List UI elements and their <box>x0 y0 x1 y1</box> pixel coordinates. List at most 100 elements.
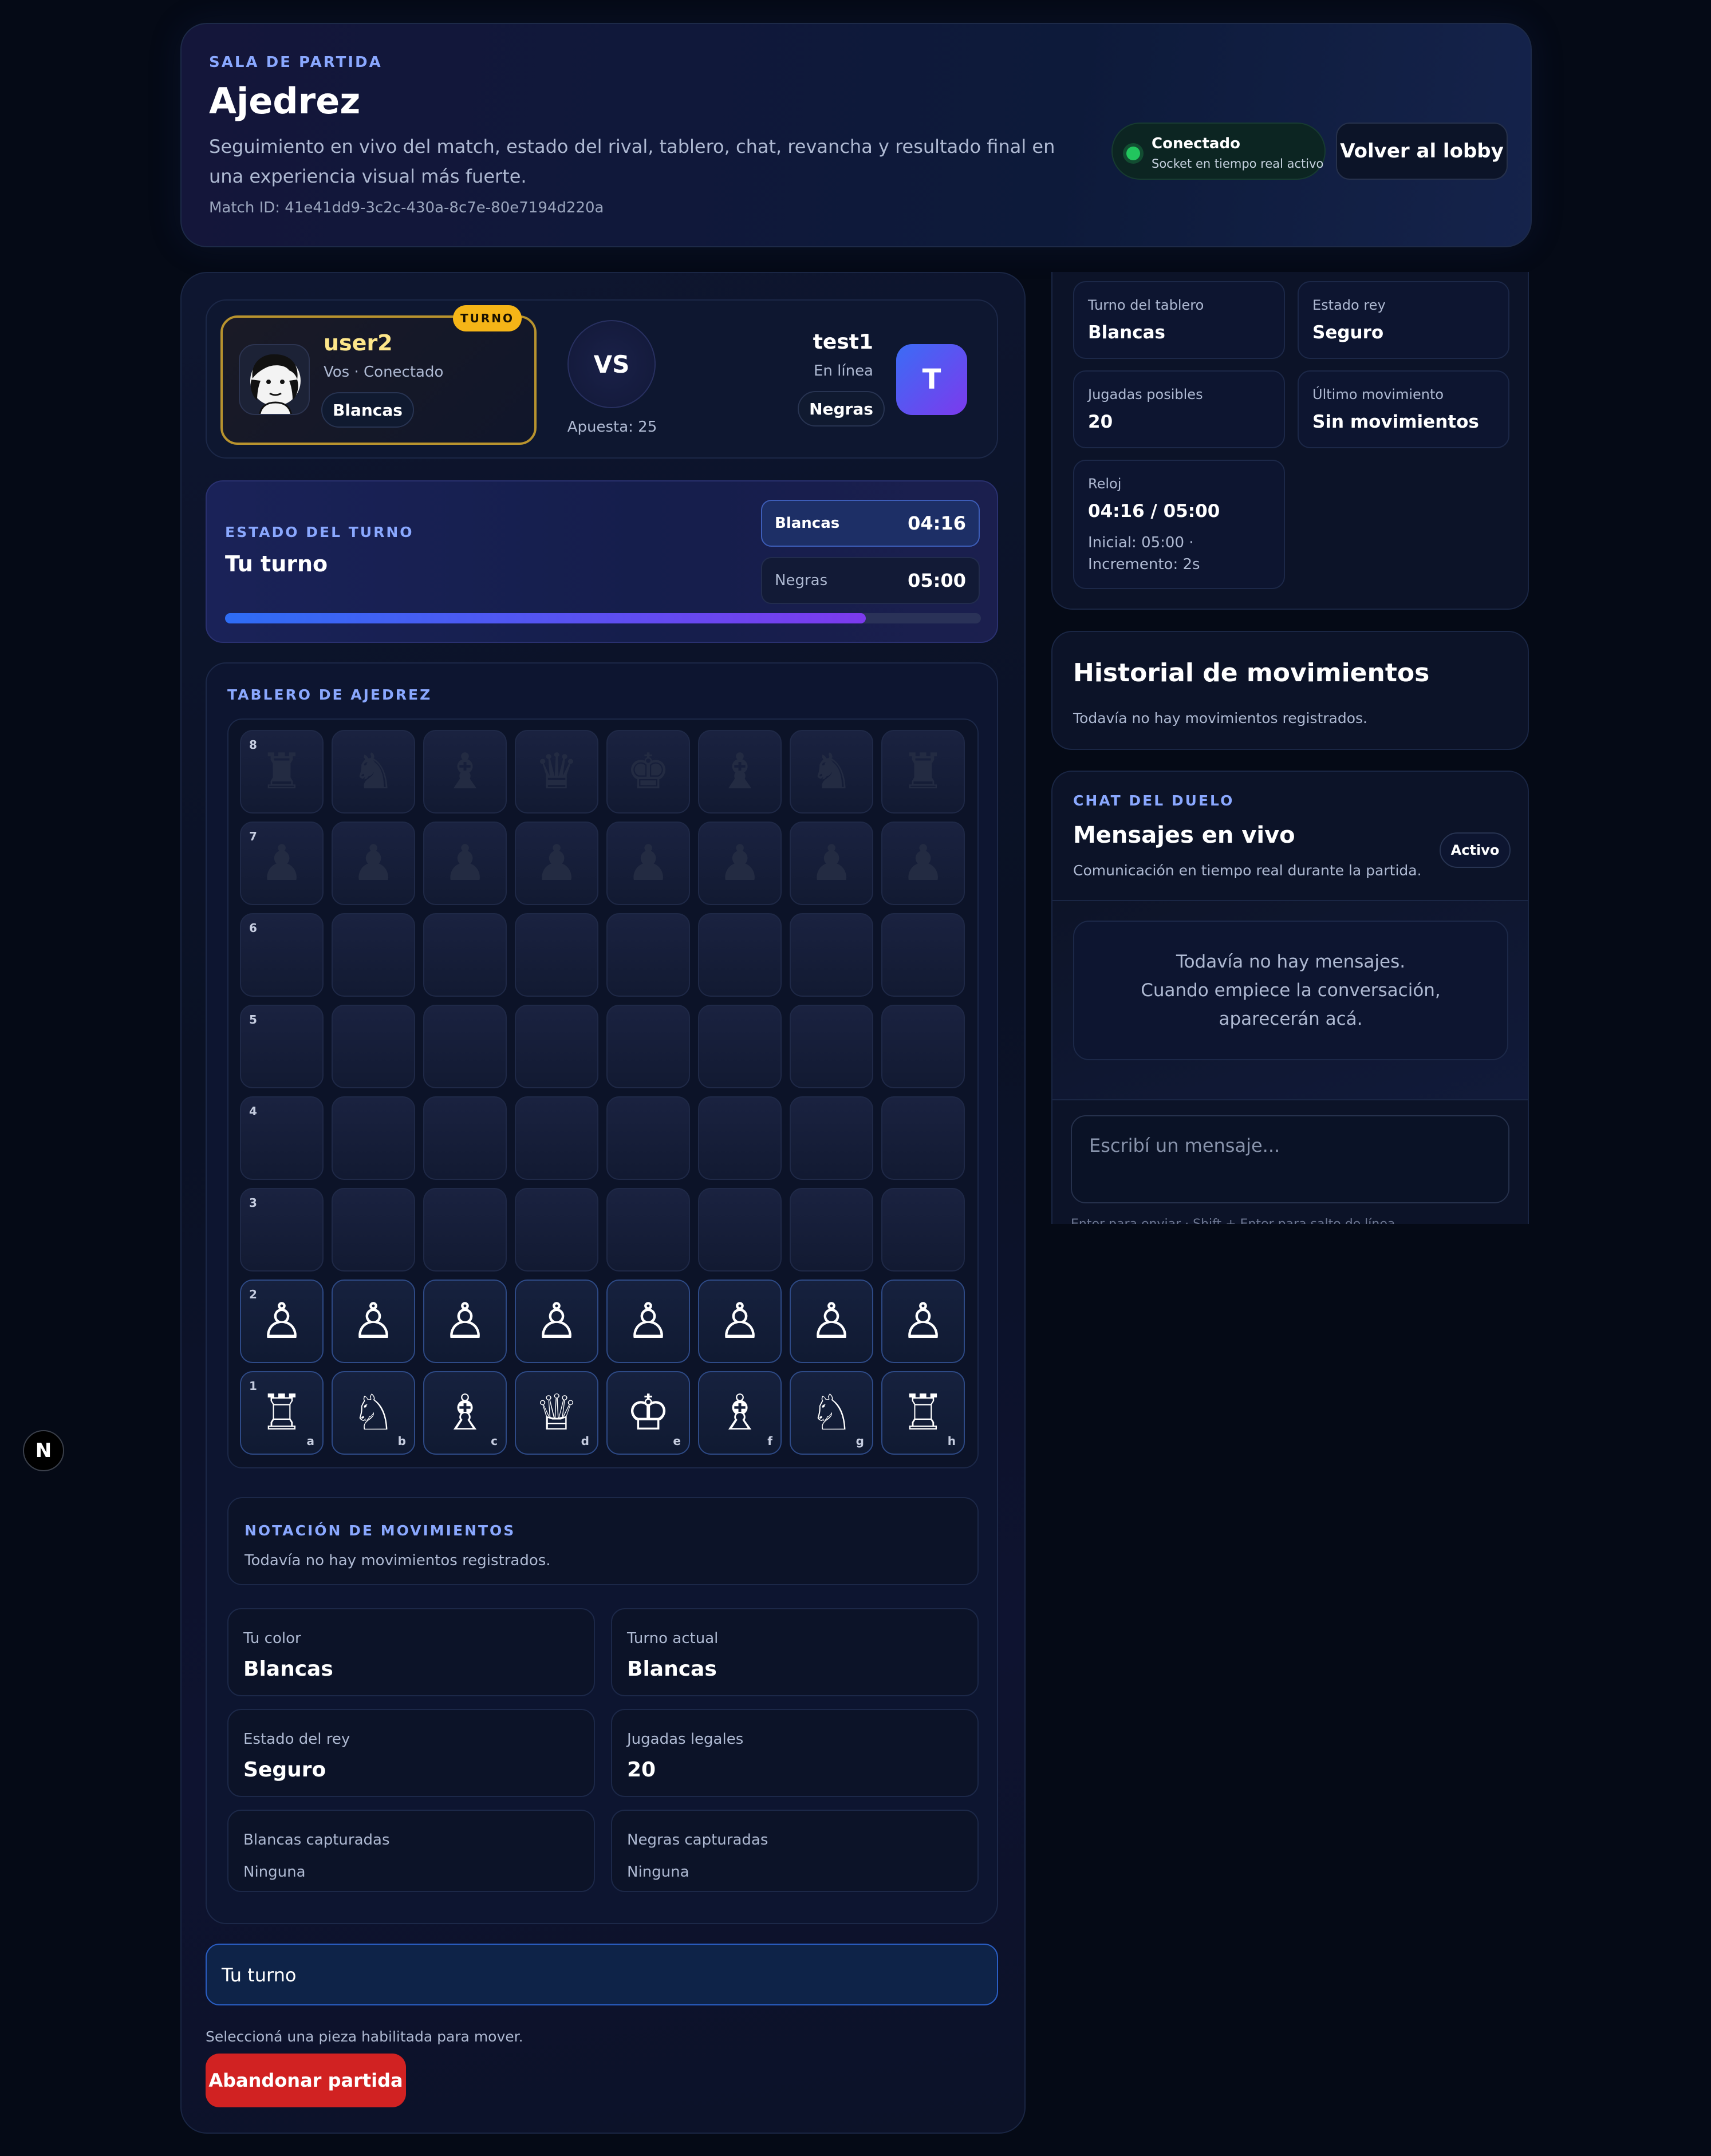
board-square-c5[interactable] <box>423 1005 507 1088</box>
rank-label: 8 <box>249 738 257 752</box>
board-square-a3[interactable]: 3 <box>240 1188 324 1272</box>
board-square-d4[interactable] <box>515 1096 598 1180</box>
white-piece-icon: ♙ <box>626 1293 671 1350</box>
board-square-f7[interactable]: ♟ <box>698 822 782 905</box>
board-square-g2[interactable]: ♙ <box>790 1280 873 1363</box>
board-square-a6[interactable]: 6 <box>240 913 324 997</box>
board-square-f2[interactable]: ♙ <box>698 1280 782 1363</box>
board-square-h5[interactable] <box>881 1005 965 1088</box>
board-square-d2[interactable]: ♙ <box>515 1280 598 1363</box>
chat-status-badge: Activo <box>1440 832 1511 868</box>
stat-my-color: Tu color Blancas <box>227 1608 595 1696</box>
board-square-c8[interactable]: ♝ <box>423 730 507 814</box>
board-square-h4[interactable] <box>881 1096 965 1180</box>
board-square-e4[interactable] <box>606 1096 690 1180</box>
header-description: Seguimiento en vivo del match, estado de… <box>209 136 1055 187</box>
board-square-e2[interactable]: ♙ <box>606 1280 690 1363</box>
board-square-h2[interactable]: ♙ <box>881 1280 965 1363</box>
side-stat-king-state: Estado rey Seguro <box>1298 281 1509 359</box>
board-square-g5[interactable] <box>790 1005 873 1088</box>
chat-title: Mensajes en vivo <box>1073 822 1295 848</box>
board-square-g1[interactable]: g ♘ <box>790 1371 873 1455</box>
board-square-b7[interactable]: ♟ <box>332 822 415 905</box>
board-square-c2[interactable]: ♙ <box>423 1280 507 1363</box>
board-square-f5[interactable] <box>698 1005 782 1088</box>
rank-label: 6 <box>249 921 257 935</box>
board-square-b8[interactable]: ♞ <box>332 730 415 814</box>
white-piece-icon: ♗ <box>717 1384 762 1442</box>
board-square-b3[interactable] <box>332 1188 415 1272</box>
board-square-a1[interactable]: 1 a ♖ <box>240 1371 324 1455</box>
board-square-b1[interactable]: b ♘ <box>332 1371 415 1455</box>
page-title: Ajedrez <box>209 80 361 122</box>
side-stat-label: Último movimiento <box>1312 386 1444 402</box>
board-square-a8[interactable]: 8 ♜ <box>240 730 324 814</box>
board-square-e7[interactable]: ♟ <box>606 822 690 905</box>
board-square-h7[interactable]: ♟ <box>881 822 965 905</box>
board-square-b6[interactable] <box>332 913 415 997</box>
stat-value: Ninguna <box>627 1863 689 1881</box>
stat-black-captured: Negras capturadas Ninguna <box>611 1810 979 1892</box>
board-square-h3[interactable] <box>881 1188 965 1272</box>
board-square-h1[interactable]: h ♖ <box>881 1371 965 1455</box>
black-clock: Negras 05:00 <box>761 557 980 604</box>
file-label: b <box>397 1434 406 1448</box>
side-stat-sub: Inicial: 05:00 · Incremento: 2s <box>1088 534 1200 573</box>
turn-state-title: Tu turno <box>225 551 328 576</box>
nextjs-dev-badge-icon[interactable]: N <box>23 1430 64 1471</box>
board-square-d1[interactable]: d ♕ <box>515 1371 598 1455</box>
board-square-c6[interactable] <box>423 913 507 997</box>
board-square-d5[interactable] <box>515 1005 598 1088</box>
board-square-a5[interactable]: 5 <box>240 1005 324 1088</box>
board-square-e5[interactable] <box>606 1005 690 1088</box>
side-stat-value: Sin movimientos <box>1312 412 1479 432</box>
board-square-f4[interactable] <box>698 1096 782 1180</box>
board-square-d8[interactable]: ♛ <box>515 730 598 814</box>
board-square-g4[interactable] <box>790 1096 873 1180</box>
board-square-h8[interactable]: ♜ <box>881 730 965 814</box>
my-player-status: Vos · Conectado <box>324 364 444 381</box>
board-square-f8[interactable]: ♝ <box>698 730 782 814</box>
file-label: e <box>673 1434 681 1448</box>
board-square-d3[interactable] <box>515 1188 598 1272</box>
vs-badge: VS <box>567 320 656 408</box>
board-square-b5[interactable] <box>332 1005 415 1088</box>
board-square-c3[interactable] <box>423 1188 507 1272</box>
board-square-g8[interactable]: ♞ <box>790 730 873 814</box>
board-square-c1[interactable]: c ♗ <box>423 1371 507 1455</box>
board-square-e8[interactable]: ♚ <box>606 730 690 814</box>
chat-empty-state: Todavía no hay mensajes. Cuando empiece … <box>1073 921 1508 1060</box>
board-square-g3[interactable] <box>790 1188 873 1272</box>
board-square-h6[interactable] <box>881 913 965 997</box>
board-square-e3[interactable] <box>606 1188 690 1272</box>
board-square-a7[interactable]: 7 ♟ <box>240 822 324 905</box>
board-square-f1[interactable]: f ♗ <box>698 1371 782 1455</box>
rank-label: 4 <box>249 1104 257 1118</box>
board-square-e6[interactable] <box>606 913 690 997</box>
rank-label: 3 <box>249 1196 257 1210</box>
board-square-a4[interactable]: 4 <box>240 1096 324 1180</box>
board-square-b2[interactable]: ♙ <box>332 1280 415 1363</box>
side-stat-label: Estado rey <box>1312 297 1386 313</box>
board-square-g6[interactable] <box>790 913 873 997</box>
board-square-e1[interactable]: e ♔ <box>606 1371 690 1455</box>
file-label: a <box>306 1434 315 1448</box>
board-eyebrow: TABLERO DE AJEDREZ <box>227 686 432 703</box>
board-square-c4[interactable] <box>423 1096 507 1180</box>
black-piece-icon: ♞ <box>351 743 396 800</box>
back-to-lobby-button[interactable]: Volver al lobby <box>1336 123 1508 180</box>
board-square-a2[interactable]: 2 ♙ <box>240 1280 324 1363</box>
board-square-g7[interactable]: ♟ <box>790 822 873 905</box>
board-square-f3[interactable] <box>698 1188 782 1272</box>
board-square-d7[interactable]: ♟ <box>515 822 598 905</box>
rank-label: 7 <box>249 830 257 843</box>
board-square-d6[interactable] <box>515 913 598 997</box>
board-square-c7[interactable]: ♟ <box>423 822 507 905</box>
rank-label: 5 <box>249 1013 257 1026</box>
white-clock-label: Blancas <box>775 515 840 532</box>
side-stat-value: 04:16 / 05:00 <box>1088 501 1220 522</box>
board-square-b4[interactable] <box>332 1096 415 1180</box>
chat-message-input[interactable] <box>1071 1115 1509 1203</box>
board-square-f6[interactable] <box>698 913 782 997</box>
abandon-match-button[interactable]: Abandonar partida <box>206 2054 406 2107</box>
